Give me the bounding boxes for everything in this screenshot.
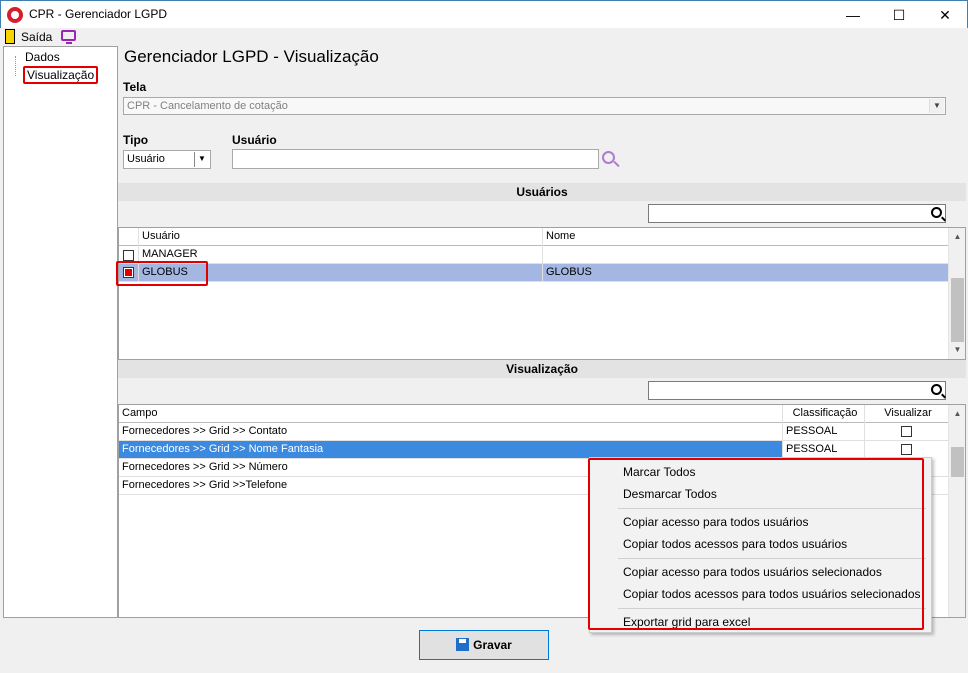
maximize-button[interactable]: ☐	[876, 1, 922, 29]
tipo-select-value: Usuário	[127, 153, 165, 165]
view-grid-header: Campo Classificação Visualizar	[119, 405, 949, 423]
floppy-disk-icon	[456, 638, 470, 651]
checkbox-column-header	[119, 228, 139, 246]
table-row[interactable]: GLOBUS GLOBUS	[119, 264, 949, 282]
search-icon[interactable]	[931, 207, 942, 218]
app-logo-icon	[7, 7, 23, 23]
navigation-tree: Dados Visualização	[3, 46, 118, 618]
monitor-icon[interactable]	[61, 30, 76, 44]
users-section-header: Usuários	[118, 183, 966, 201]
usuario-input[interactable]	[232, 149, 599, 169]
scroll-thumb[interactable]	[951, 278, 964, 342]
view-grid-scrollbar[interactable]: ▲	[948, 405, 965, 617]
exit-door-icon[interactable]	[5, 29, 15, 44]
tipo-select[interactable]: Usuário ▼	[123, 150, 211, 169]
scroll-up-icon[interactable]: ▲	[949, 407, 965, 421]
title-bar: CPR - Gerenciador LGPD — ☐ ✕	[0, 0, 968, 28]
scroll-up-icon[interactable]: ▲	[949, 230, 965, 244]
search-icon[interactable]	[931, 384, 942, 395]
chevron-down-icon[interactable]: ▼	[194, 152, 209, 167]
tela-label: Tela	[123, 80, 147, 94]
column-header-usuario[interactable]: Usuário	[139, 228, 543, 246]
column-header-campo[interactable]: Campo	[119, 405, 783, 423]
users-search-input[interactable]	[648, 204, 946, 223]
annotation-highlight-menu	[588, 458, 924, 630]
save-button[interactable]: Gravar	[419, 630, 549, 660]
visualizar-cell	[865, 423, 949, 441]
tela-select[interactable]: CPR - Cancelamento de cotação ▼	[123, 97, 946, 115]
toolbar: Saída	[0, 28, 968, 46]
save-button-label: Gravar	[473, 638, 512, 652]
column-header-visualizar[interactable]: Visualizar	[865, 405, 949, 423]
cell-nome: GLOBUS	[543, 264, 949, 282]
cell-campo: Fornecedores >> Grid >> Contato	[119, 423, 783, 441]
users-grid: Usuário Nome MANAGER GLOBUS GLOBUS ▲ ▼	[118, 227, 966, 360]
tree-item-dados[interactable]: Dados	[23, 50, 62, 64]
cell-nome	[543, 246, 949, 264]
view-section-header: Visualização	[118, 360, 966, 378]
visualizar-checkbox[interactable]	[901, 444, 912, 455]
chevron-down-icon[interactable]: ▼	[929, 99, 944, 113]
tipo-label: Tipo	[123, 133, 149, 147]
table-row[interactable]: Fornecedores >> Grid >> Contato PESSOAL	[119, 423, 949, 441]
scroll-down-icon[interactable]: ▼	[949, 343, 965, 357]
usuario-label: Usuário	[232, 133, 277, 147]
users-grid-scrollbar[interactable]: ▲ ▼	[948, 228, 965, 359]
exit-button[interactable]: Saída	[21, 30, 52, 44]
view-search-input[interactable]	[648, 381, 946, 400]
annotation-highlight-globus	[116, 261, 208, 286]
users-grid-header: Usuário Nome	[119, 228, 949, 246]
cell-classificacao: PESSOAL	[783, 423, 865, 441]
page-title: Gerenciador LGPD - Visualização	[124, 47, 379, 66]
table-row[interactable]: MANAGER	[119, 246, 949, 264]
row-checkbox[interactable]	[123, 250, 134, 261]
minimize-button[interactable]: —	[830, 1, 876, 29]
column-header-classificacao[interactable]: Classificação	[783, 405, 865, 423]
visualizar-checkbox[interactable]	[901, 426, 912, 437]
column-header-nome[interactable]: Nome	[543, 228, 949, 246]
tela-select-value: CPR - Cancelamento de cotação	[127, 100, 288, 112]
scroll-thumb[interactable]	[951, 447, 964, 477]
tree-item-visualizacao[interactable]: Visualização	[23, 66, 99, 84]
tree-connector	[15, 56, 16, 76]
close-button[interactable]: ✕	[922, 1, 968, 29]
window-title: CPR - Gerenciador LGPD	[29, 7, 168, 21]
search-icon[interactable]	[602, 151, 615, 164]
